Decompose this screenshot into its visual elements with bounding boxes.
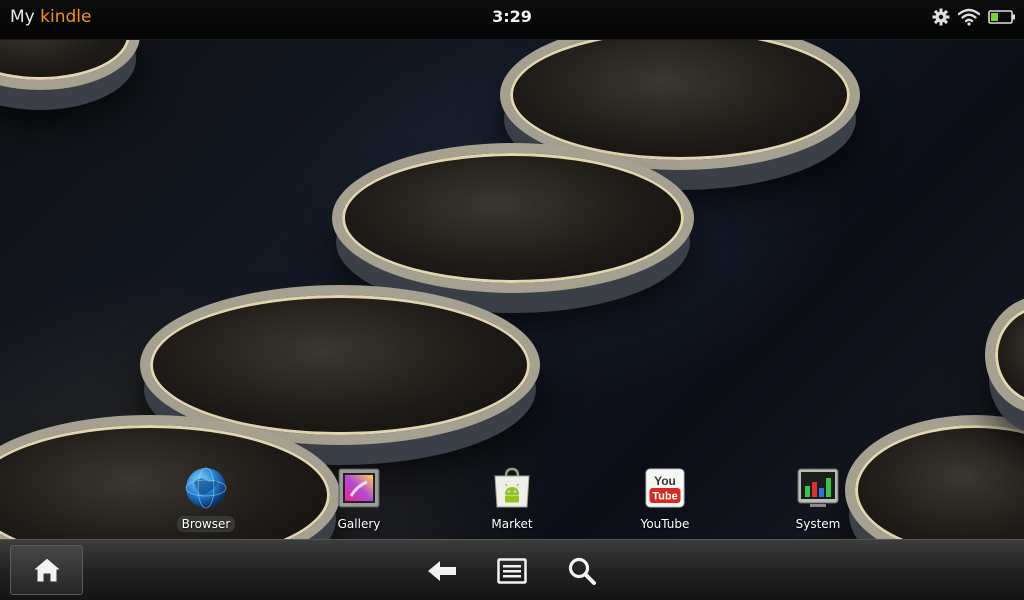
menu-icon bbox=[497, 558, 527, 584]
wallpaper-key bbox=[332, 143, 694, 293]
system-monitor-icon bbox=[797, 468, 839, 507]
status-bar: My kindle 3:29 bbox=[0, 0, 1024, 40]
home-icon bbox=[31, 557, 62, 583]
battery-icon[interactable] bbox=[988, 9, 1016, 25]
app-label: Market bbox=[491, 517, 533, 531]
gallery-icon bbox=[338, 468, 380, 508]
youtube-icon: You Tube bbox=[645, 468, 685, 508]
wallpaper-key bbox=[985, 295, 1024, 415]
battery-level bbox=[991, 13, 998, 21]
app-label: System bbox=[795, 517, 841, 531]
back-button[interactable] bbox=[426, 555, 458, 587]
back-arrow-icon bbox=[428, 561, 456, 581]
wallpaper bbox=[0, 40, 1024, 539]
navigation-bar bbox=[0, 539, 1024, 600]
globe-icon bbox=[185, 467, 227, 509]
app-label: Browser bbox=[176, 516, 236, 532]
youtube-logo-tube: Tube bbox=[652, 491, 677, 503]
youtube-logo-you: You bbox=[654, 474, 676, 488]
app-label: Gallery bbox=[337, 517, 381, 531]
status-icons[interactable] bbox=[932, 6, 1016, 28]
home-button[interactable] bbox=[10, 545, 83, 595]
app-label: YouTube bbox=[640, 517, 690, 531]
app-browser[interactable]: Browser bbox=[161, 466, 251, 532]
android-market-icon bbox=[494, 467, 530, 508]
search-button[interactable] bbox=[566, 555, 598, 587]
app-youtube[interactable]: You Tube YouTube bbox=[620, 466, 710, 532]
search-icon bbox=[568, 557, 596, 585]
wallpaper-key bbox=[0, 40, 140, 90]
app-market[interactable]: Market bbox=[467, 466, 557, 532]
app-dock: Browser Gallery Market You Tube YouTube … bbox=[0, 466, 1024, 538]
gear-icon[interactable] bbox=[932, 8, 950, 26]
app-gallery[interactable]: Gallery bbox=[314, 466, 404, 532]
wifi-icon[interactable] bbox=[958, 8, 980, 26]
menu-button[interactable] bbox=[496, 555, 528, 587]
status-clock: 3:29 bbox=[492, 7, 532, 26]
app-system[interactable]: System bbox=[773, 466, 863, 532]
